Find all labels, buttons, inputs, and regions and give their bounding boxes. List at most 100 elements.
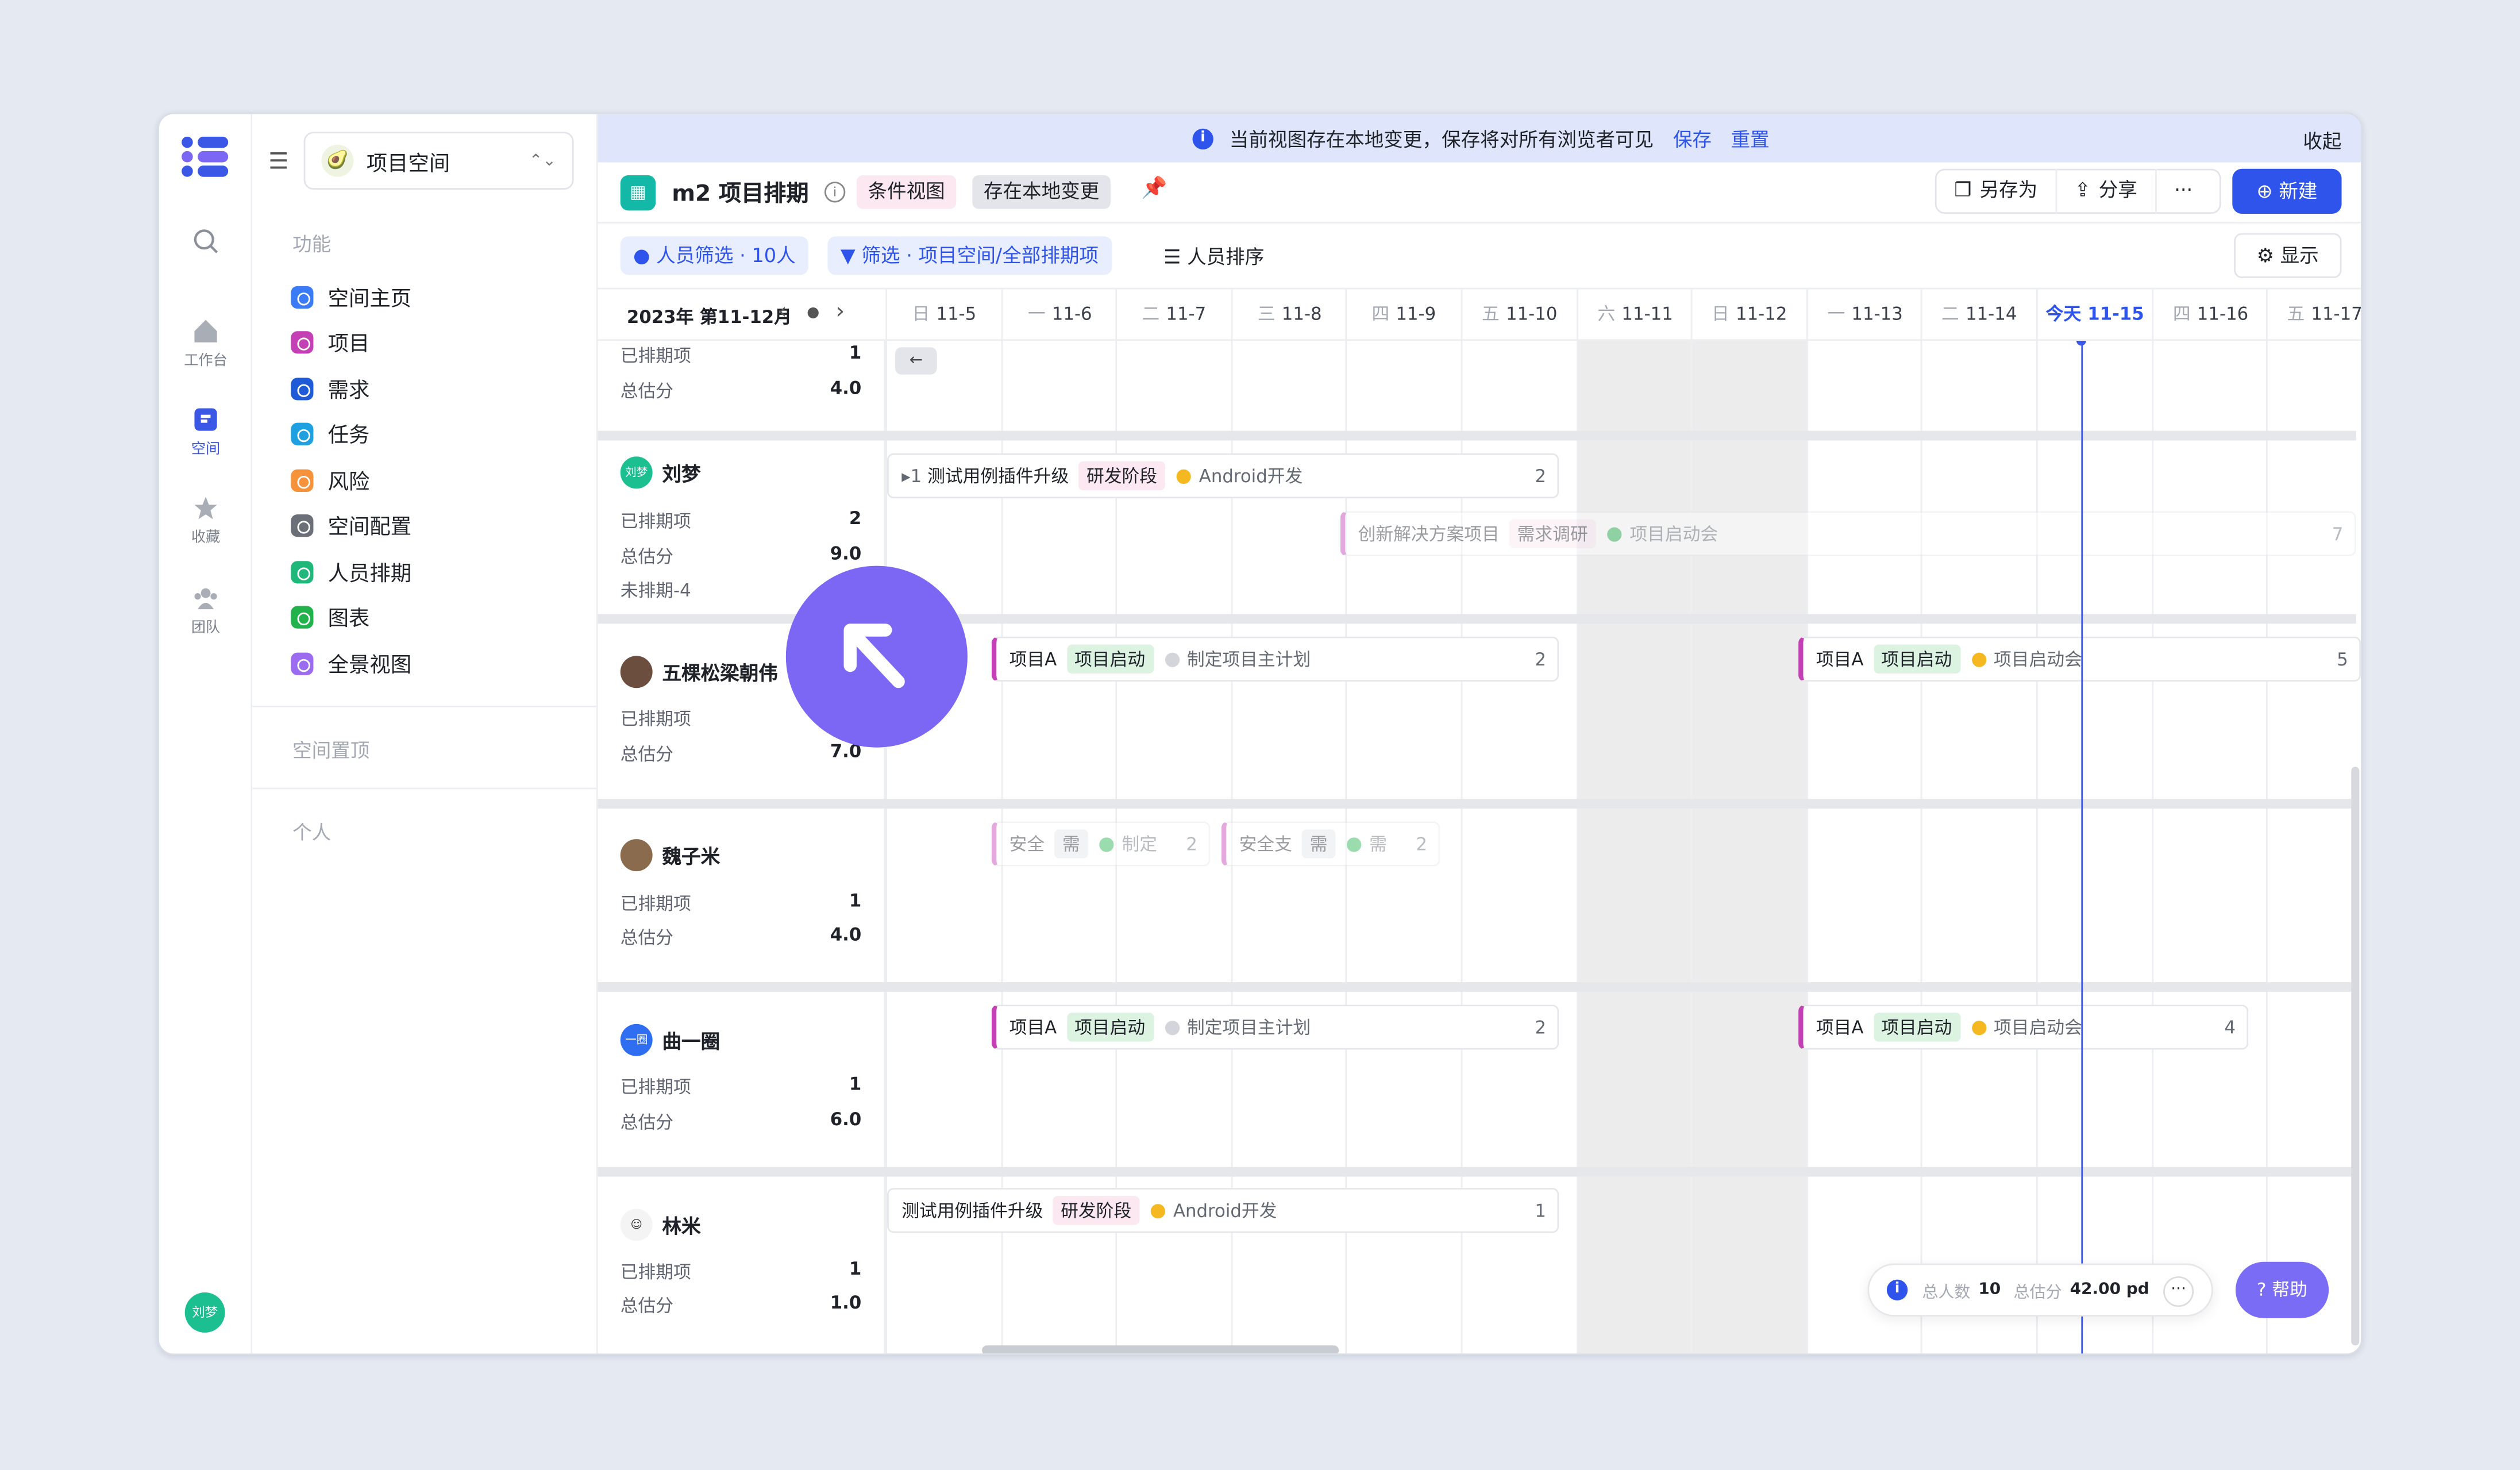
sidebar-item-label: 空间配置: [327, 515, 412, 540]
person-row-name[interactable]: 一圈 曲一圈: [620, 1023, 720, 1056]
schedule-bar[interactable]: 安全需制定 2: [991, 821, 1211, 867]
sidebar-collapse-icon[interactable]: ☰: [268, 149, 288, 175]
sidebar-item-space-home[interactable]: 空间主页: [291, 282, 411, 312]
sidebar-item-risk[interactable]: 风险: [291, 464, 369, 495]
share-button[interactable]: ⇪ 分享: [2057, 168, 2157, 214]
sort-button[interactable]: ☰ 人员排序: [1163, 243, 1264, 270]
copy-icon: ❐: [1954, 178, 1972, 201]
help-button[interactable]: ? 帮助: [2235, 1261, 2329, 1318]
timeline-header: 2023年 第11-12月 ‹ ● › 日 11-5 一 11-6 二 11-7 三 11-8…: [598, 289, 2361, 341]
project-icon: [291, 330, 314, 353]
person-row-name[interactable]: 五棵松梁朝伟: [620, 656, 778, 688]
sidebar-item-panorama[interactable]: 全景视图: [291, 648, 411, 678]
team-icon: [194, 588, 217, 610]
chevron-left-icon[interactable]: ‹: [778, 299, 787, 325]
person-name: 林米: [662, 1214, 701, 1237]
sidebar-item-space-config[interactable]: 空间配置: [291, 510, 411, 540]
rail-label: 工作台: [184, 353, 228, 370]
sidebar-item-charts[interactable]: 图表: [291, 601, 369, 632]
horizontal-scrollbar[interactable]: [982, 1345, 1339, 1354]
day-header: 五 11-17: [2266, 289, 2361, 341]
day-header: 五 11-10: [1461, 289, 1577, 341]
arrow-left-icon[interactable]: ←: [895, 347, 937, 375]
estimate-stat: 总估分 4.0: [620, 378, 862, 402]
rail-workbench[interactable]: 工作台: [159, 318, 252, 370]
day-column: [2036, 341, 2152, 1354]
schedule-bar[interactable]: ▸1 测试用例插件升级 研发阶段 Android开发 2: [887, 453, 1559, 499]
more-button[interactable]: ···: [2156, 169, 2210, 214]
pin-icon[interactable]: 📌: [1141, 177, 1167, 201]
person-row-name[interactable]: 刘梦 刘梦: [620, 456, 701, 489]
people-filter-button[interactable]: ● 人员筛选 · 10人: [620, 236, 809, 275]
schedule-bar[interactable]: 项目A 项目启动 项目启动会 4: [1798, 1005, 2249, 1050]
title-bar: ▦ m2 项目排期 i 条件视图 存在本地变更 📌 ❐ 另存为 ⇪ 分享 ··· ⊕…: [598, 163, 2361, 224]
info-icon[interactable]: i: [824, 182, 846, 203]
save-link[interactable]: 保存: [1673, 125, 1712, 152]
search-icon[interactable]: [159, 228, 252, 259]
day-header: 日 11-5: [885, 289, 1001, 341]
day-column: [2152, 341, 2267, 1354]
chevron-right-icon[interactable]: ›: [836, 299, 845, 325]
schedule-bar[interactable]: 项目A 项目启动 制定项目主计划 2: [991, 1005, 1559, 1050]
display-button[interactable]: ⚙ 显示: [2234, 233, 2342, 278]
rail-team[interactable]: 团队: [159, 585, 252, 637]
home-icon: [194, 320, 217, 343]
user-avatar[interactable]: 刘梦: [184, 1292, 225, 1333]
avatar: ☺: [620, 1209, 653, 1241]
more-icon[interactable]: ···: [2163, 1276, 2194, 1307]
schedule-bar[interactable]: 创新解决方案项目 需求调研 项目启动会 7: [1340, 511, 2356, 556]
info-icon: i: [1886, 1279, 1908, 1300]
app-logo-icon[interactable]: [182, 136, 229, 179]
row-separator: [598, 1167, 2356, 1177]
avatar: [620, 656, 653, 688]
star-icon: [194, 497, 217, 519]
people-count-label: 总人数: [1922, 1284, 1971, 1302]
scheduled-stat: 已排期项 2: [620, 507, 862, 532]
sidebar: ☰ 🥑 项目空间 ⌃⌄ 功能 空间主页 项目 需求 任务 风险 空间配置 人员排…: [252, 114, 598, 1354]
month-label: 2023年 第11-12月: [626, 307, 792, 328]
tag-view[interactable]: 条件视图: [856, 175, 957, 209]
reset-link[interactable]: 重置: [1731, 125, 1770, 152]
row-separator: [598, 982, 2356, 992]
rail-favorites[interactable]: 收藏: [159, 495, 252, 547]
new-button[interactable]: ⊕ 新建: [2232, 168, 2342, 214]
divider: [252, 787, 598, 790]
sidebar-item-scheduling[interactable]: 人员排期: [291, 556, 411, 587]
estimate-total: 42.00 pd: [2070, 1281, 2149, 1299]
icon-rail: 工作台 空间 收藏 团队 刘梦: [159, 114, 253, 1354]
schedule-bar[interactable]: 项目A 项目启动 制定项目主计划 2: [991, 636, 1559, 682]
sidebar-item-requirement[interactable]: 需求: [291, 373, 369, 403]
sidebar-item-task[interactable]: 任务: [291, 418, 369, 448]
today-dot-button[interactable]: ●: [807, 305, 819, 321]
space-icon: [194, 408, 217, 431]
filter-bar: ● 人员筛选 · 10人 ▼ 筛选 · 项目空间/全部排期项 ☰ 人员排序 ⚙ …: [598, 224, 2361, 290]
new-label: 新建: [2279, 180, 2318, 203]
person-name: 魏子米: [662, 844, 720, 868]
save-as-button[interactable]: ❐ 另存为: [1937, 168, 2057, 214]
person-row-name[interactable]: ☺ 林米: [620, 1209, 701, 1241]
gear-icon: [291, 513, 314, 536]
page-title: m2 项目排期: [672, 182, 809, 207]
collapse-button[interactable]: 收起: [2303, 127, 2341, 155]
schedule-bar[interactable]: 测试用例插件升级 研发阶段 Android开发 1: [887, 1188, 1559, 1233]
person-name: 五棵松梁朝伟: [662, 661, 778, 684]
person-row-name[interactable]: 魏子米: [620, 839, 720, 872]
schedule-bar[interactable]: 项目A 项目启动 项目启动会 5: [1798, 636, 2361, 682]
day-header: 二 11-7: [1115, 289, 1231, 341]
banner-text: 当前视图存在本地变更，保存将对所有浏览者可见: [1229, 128, 1654, 151]
people-filter-label: 人员筛选 · 10人: [656, 244, 796, 267]
summary-pill: i 总人数 10 总估分 42.00 pd ···: [1867, 1263, 2213, 1317]
rail-space[interactable]: 空间: [159, 407, 252, 458]
share-icon: ⇪: [2074, 178, 2091, 201]
tag-local-change[interactable]: 存在本地变更: [972, 175, 1111, 209]
filter-button[interactable]: ▼ 筛选 · 项目空间/全部排期项: [827, 236, 1112, 275]
sidebar-item-project[interactable]: 项目: [291, 326, 369, 357]
rail-label: 收藏: [191, 530, 221, 547]
rail-label: 团队: [191, 620, 221, 637]
sidebar-item-label: 任务: [327, 424, 370, 449]
panorama-icon: [291, 652, 314, 675]
scheduled-stat: 已排期项 1: [620, 342, 862, 367]
workspace-selector[interactable]: 🥑 项目空间 ⌃⌄: [303, 132, 574, 190]
schedule-bar[interactable]: 安全支需需 2: [1221, 821, 1440, 867]
vertical-scrollbar[interactable]: [2351, 767, 2360, 1346]
